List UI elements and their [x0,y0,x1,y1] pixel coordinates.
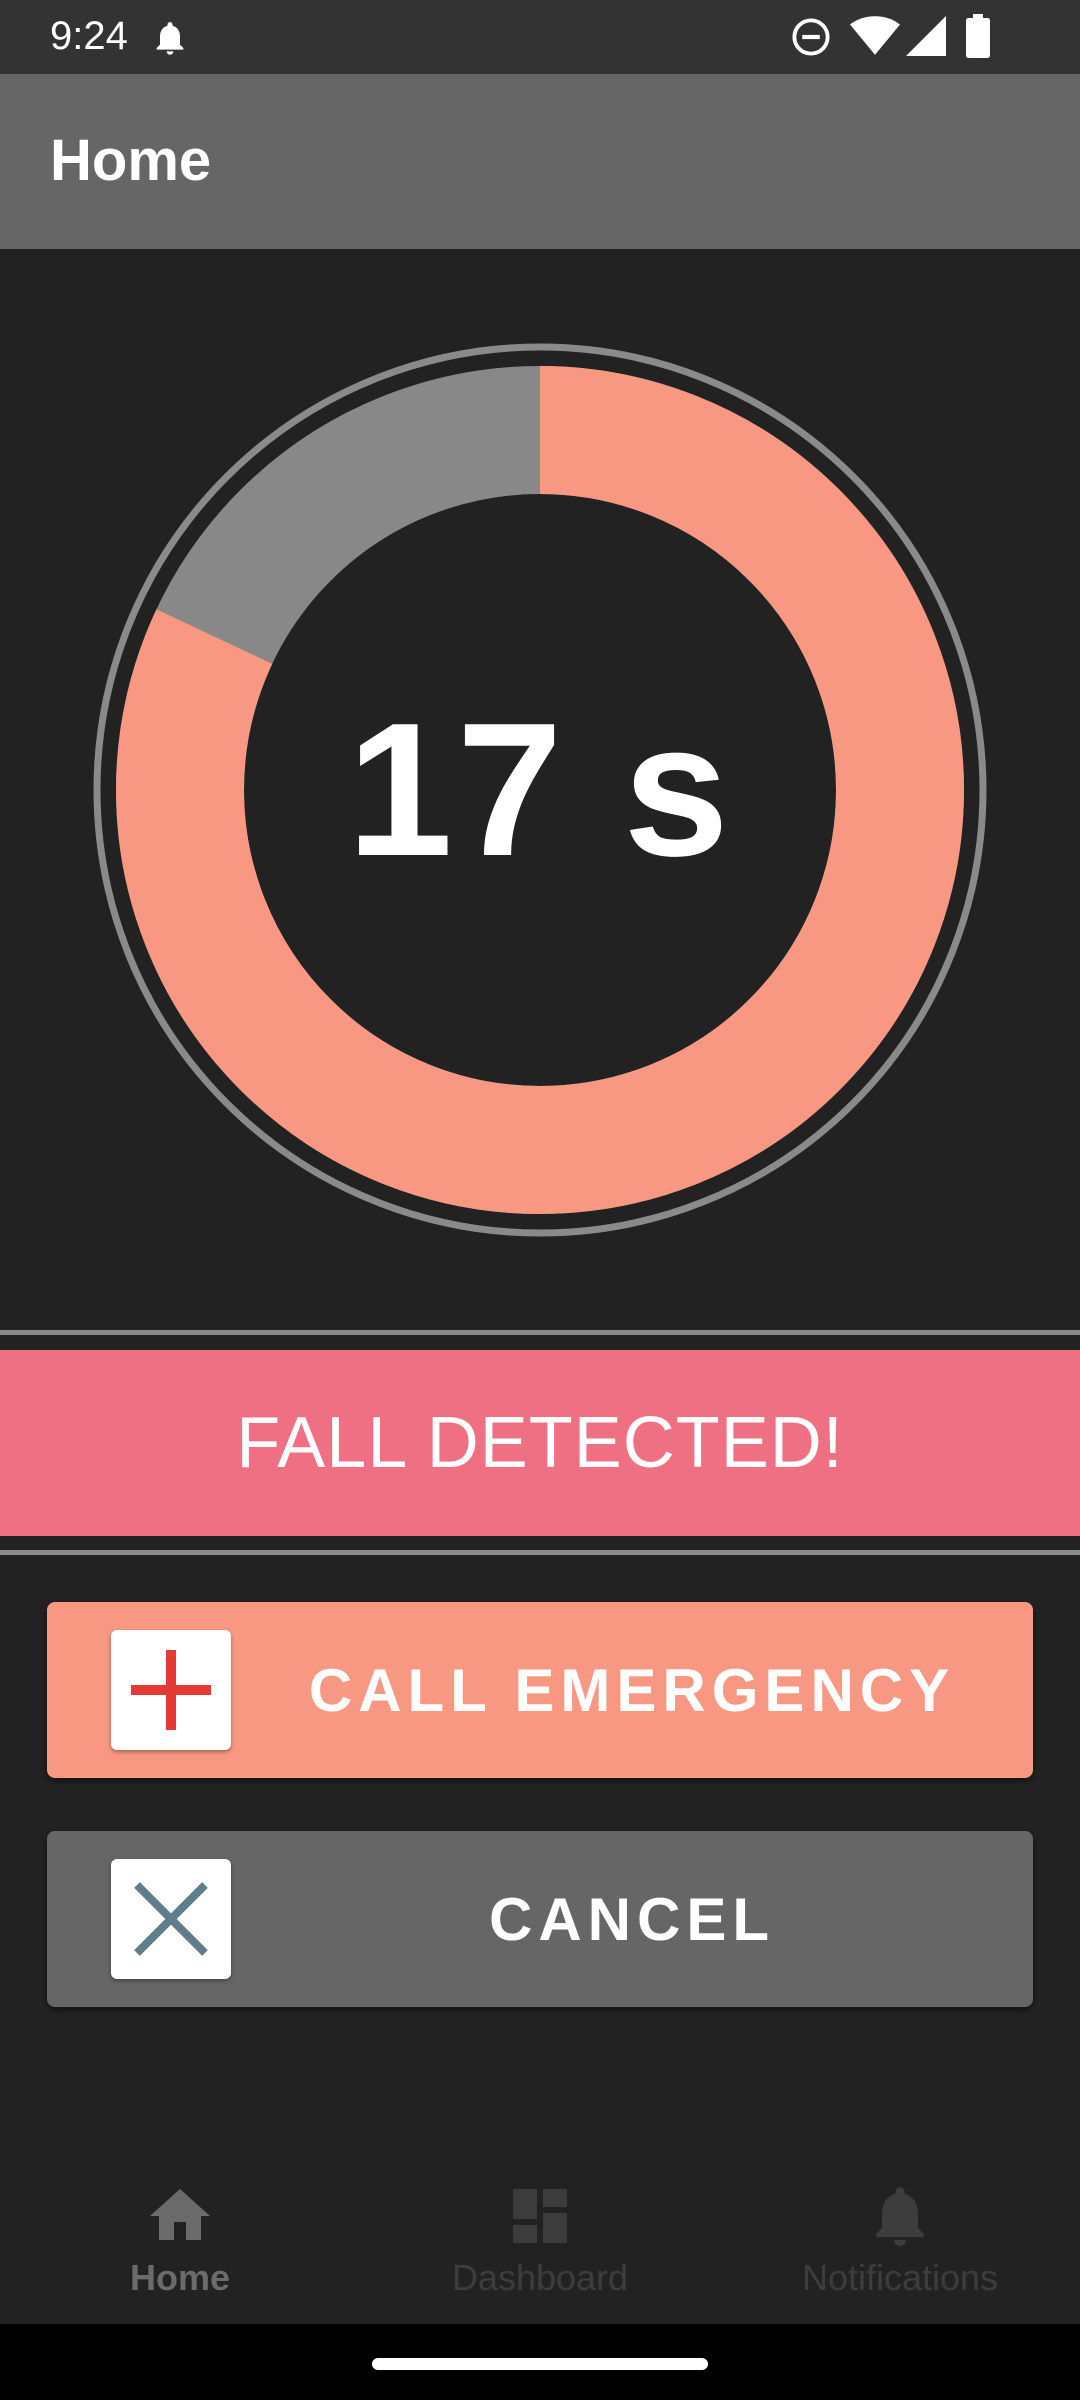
cancel-label: CANCEL [489,1885,775,1953]
plus-icon [131,1650,211,1730]
app-screen: 9:24 Home 17 s FALL DETECTED! CALL EMERG… [0,0,1080,2400]
page-title: Home [50,128,212,193]
bell-icon [864,2180,936,2257]
do-not-disturb-icon [790,16,832,63]
countdown-timer: 17 s [90,340,990,1240]
alert-text: FALL DETECTED! [236,1403,844,1483]
call-emergency-button[interactable]: CALL EMERGENCY [47,1602,1033,1778]
nav-label-notifications: Notifications [801,2257,999,2298]
call-emergency-label: CALL EMERGENCY [308,1656,956,1724]
home-icon [144,2180,216,2257]
banner-divider-bottom [0,1550,1080,1555]
countdown-value: 17 s [347,684,733,896]
banner-divider-top [0,1330,1080,1335]
dashboard-icon [504,2180,576,2257]
nav-item-notifications[interactable]: Notifications [720,2140,1080,2324]
cellular-signal-icon [906,16,946,61]
battery-icon [966,14,990,63]
app-bar: Home [0,74,1080,249]
nav-item-dashboard[interactable]: Dashboard [360,2140,720,2324]
home-gesture-handle[interactable] [372,2358,708,2370]
status-bar: 9:24 [0,0,1080,74]
nav-label-home: Home [129,2257,231,2298]
cancel-button[interactable]: CANCEL [47,1831,1033,2007]
bottom-navigation: Home Dashboard Notifications [0,2140,1080,2324]
close-icon [134,1882,208,1956]
nav-item-home[interactable]: Home [0,2140,360,2324]
system-navigation-bar [0,2324,1080,2400]
notification-bell-icon [150,16,190,65]
status-time: 9:24 [50,14,128,58]
fall-alert-banner: FALL DETECTED! [0,1350,1080,1536]
cancel-icon-box [111,1859,231,1979]
emergency-icon-box [111,1630,231,1750]
nav-label-dashboard: Dashboard [451,2257,629,2298]
wifi-icon [850,14,900,63]
